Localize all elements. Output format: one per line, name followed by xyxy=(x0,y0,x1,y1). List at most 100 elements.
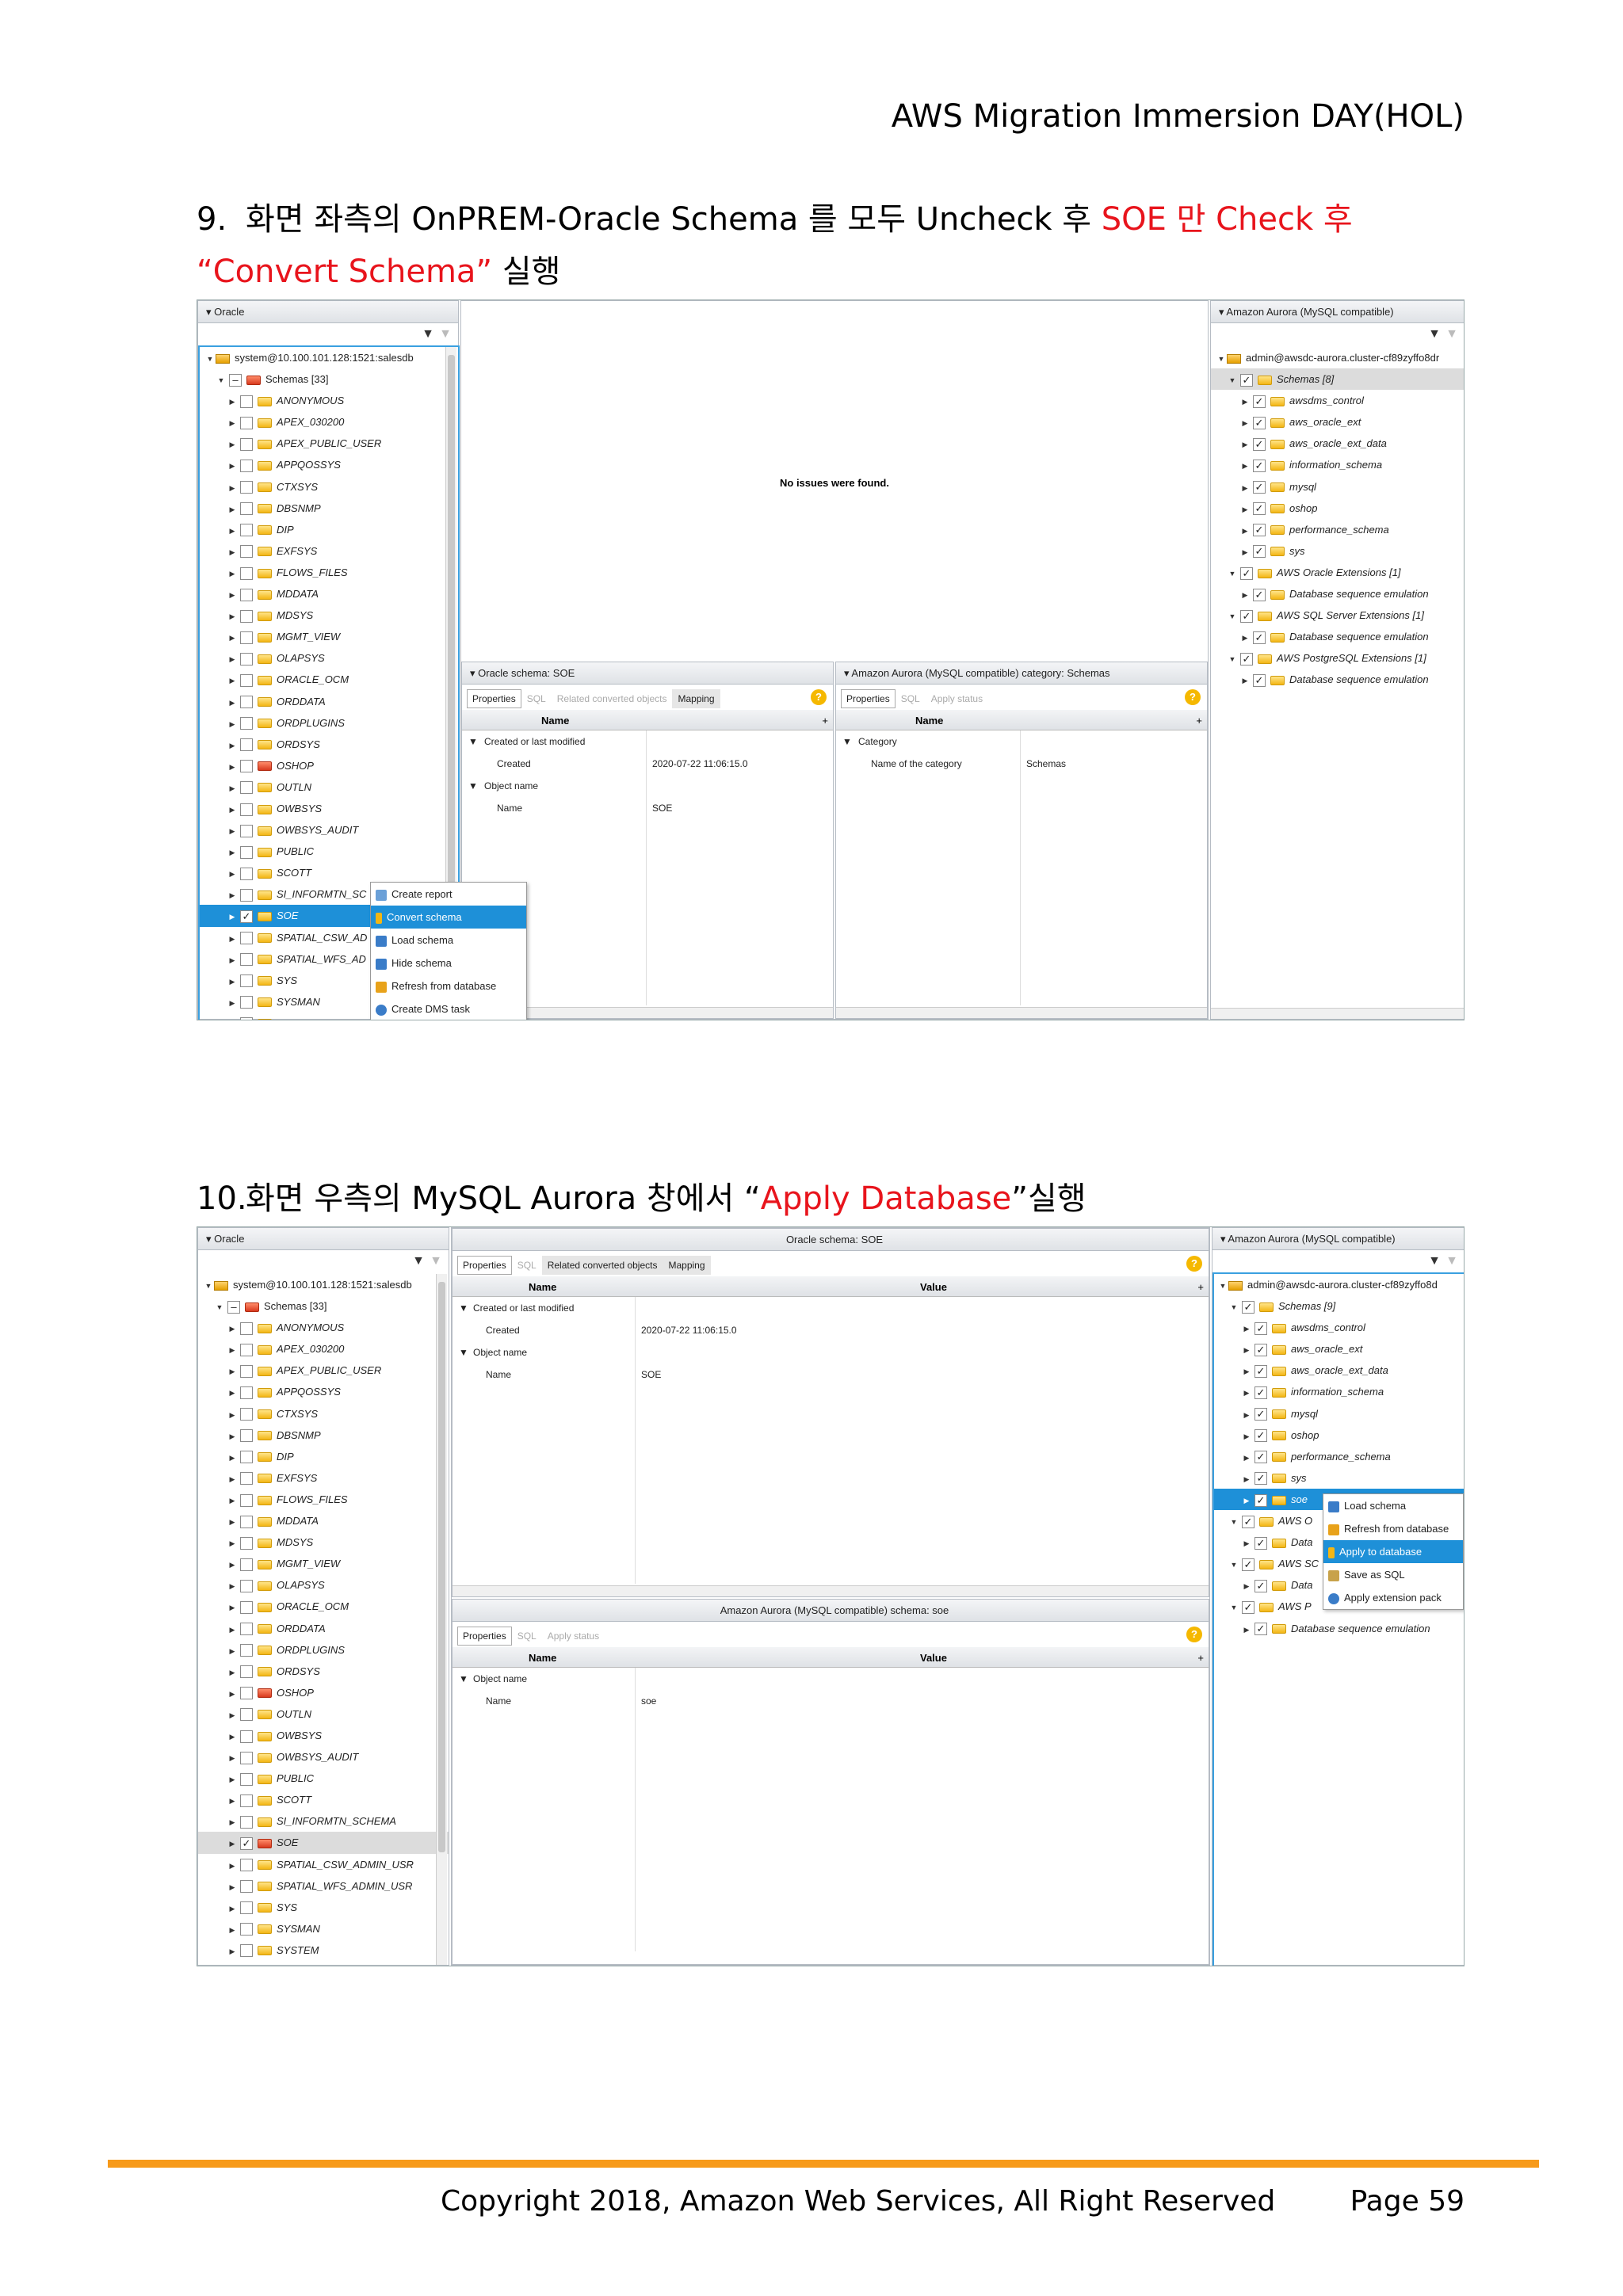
expand-arrow-icon[interactable]: ▶ xyxy=(1241,1447,1252,1469)
checkbox[interactable]: ✓ xyxy=(1242,1600,1254,1614)
expand-arrow-icon[interactable]: ▶ xyxy=(227,1447,238,1469)
checkbox[interactable]: ✓ xyxy=(1254,1322,1267,1335)
target-schema-item[interactable]: ▶ ✓ aws_oracle_ext_data xyxy=(1212,1360,1464,1381)
schema-item[interactable]: ▶ OSHOP xyxy=(198,755,458,776)
checkbox[interactable] xyxy=(240,652,253,666)
checkbox[interactable]: ✓ xyxy=(1253,481,1266,494)
checkbox[interactable]: ✓ xyxy=(1254,1364,1267,1378)
checkbox[interactable] xyxy=(240,867,253,880)
schema-item[interactable]: ▶ EXFSYS xyxy=(198,1467,449,1489)
expand-arrow-icon[interactable]: ▶ xyxy=(227,1641,238,1662)
extension-item[interactable]: ▶ ✓ Database sequence emulation xyxy=(1211,669,1464,692)
schema-item[interactable]: ▶ FLOWS_FILES xyxy=(198,562,458,583)
schema-item[interactable]: ▶ ORDPLUGINS xyxy=(198,1639,449,1661)
checkbox[interactable] xyxy=(240,1364,253,1378)
horizontal-scrollbar[interactable] xyxy=(453,1585,1209,1596)
schema-item[interactable]: ▶ APPQOSSYS xyxy=(198,454,458,475)
target-schema-item[interactable]: ▶ ✓ sys xyxy=(1212,1467,1464,1489)
clear-filter-icon[interactable]: ▼ xyxy=(430,1254,442,1268)
expand-arrow-icon[interactable]: ▶ xyxy=(227,1554,238,1576)
expand-arrow-icon[interactable]: ▶ xyxy=(227,971,238,993)
expand-arrow-icon[interactable]: ▶ xyxy=(227,670,238,692)
checkbox[interactable] xyxy=(240,1751,253,1764)
checkbox[interactable] xyxy=(240,1794,253,1807)
prop-group[interactable]: ▼ Category xyxy=(836,730,1207,753)
expand-arrow-icon[interactable]: ▶ xyxy=(227,864,238,885)
checkbox[interactable]: ✓ xyxy=(1253,460,1266,473)
schema-item[interactable]: ▶ ORACLE_OCM xyxy=(198,1596,449,1617)
tab-sql[interactable]: SQL xyxy=(512,1627,542,1646)
expand-arrow-icon[interactable]: ▶ xyxy=(227,563,238,585)
expand-arrow-icon[interactable]: ▶ xyxy=(227,1941,238,1962)
schema-item[interactable]: ▶ ANONYMOUS xyxy=(198,390,458,411)
tab-apply-status[interactable]: Apply status xyxy=(542,1627,605,1646)
checkbox[interactable] xyxy=(240,1017,253,1020)
expand-arrow-icon[interactable]: ▶ xyxy=(1241,1490,1252,1512)
menu-apply-to-database[interactable]: Apply to database xyxy=(1323,1540,1463,1563)
checkbox[interactable] xyxy=(240,1687,253,1700)
target-schema-item[interactable]: ▶ ✓ sys xyxy=(1211,540,1464,562)
expand-arrow-icon[interactable]: ▶ xyxy=(1239,627,1251,649)
checkbox[interactable]: ✓ xyxy=(240,910,253,923)
clear-filter-icon[interactable]: ▼ xyxy=(1445,327,1458,341)
tab-properties[interactable]: Properties xyxy=(841,689,896,708)
expand-arrow-icon[interactable]: ▶ xyxy=(227,391,238,413)
checkbox[interactable] xyxy=(240,1730,253,1743)
expand-arrow-icon[interactable]: ▶ xyxy=(227,1597,238,1619)
schema-item[interactable]: ▶ FLOWS_FILES xyxy=(198,1489,449,1510)
menu-convert-schema[interactable]: Convert schema xyxy=(371,906,526,929)
checkbox[interactable] xyxy=(240,932,253,945)
checkbox[interactable] xyxy=(240,1665,253,1679)
extension-item[interactable]: ▶ ✓ Database sequence emulation xyxy=(1212,1618,1464,1639)
checkbox[interactable]: ✓ xyxy=(1242,1558,1254,1571)
expand-arrow-icon[interactable]: ▶ xyxy=(227,714,238,735)
tree-connection[interactable]: ▼ admin@awsdc-aurora.cluster-cf89zyffo8d xyxy=(1212,1274,1464,1295)
schema-item[interactable]: ▶ ORDPLUGINS xyxy=(198,712,458,734)
schema-item[interactable]: ▶ SYS xyxy=(198,1897,449,1918)
prop-group[interactable]: ▼ Created or last modified xyxy=(453,1297,1209,1319)
expand-arrow-icon[interactable]: ▶ xyxy=(227,1469,238,1490)
checkbox[interactable] xyxy=(240,545,253,559)
aurora-category-header[interactable]: ▾ Amazon Aurora (MySQL compatible) categ… xyxy=(836,662,1207,685)
checkbox[interactable] xyxy=(240,566,253,580)
schema-item[interactable]: ▶ PUBLIC xyxy=(198,841,458,862)
schema-item[interactable]: ▶ OWBSYS xyxy=(198,1725,449,1746)
menu-create-dms-task[interactable]: Create DMS task xyxy=(371,997,526,1020)
expand-arrow-icon[interactable]: ▶ xyxy=(1239,391,1251,413)
expand-arrow-icon[interactable]: ▶ xyxy=(227,1791,238,1812)
expand-arrow-icon[interactable]: ▶ xyxy=(227,627,238,649)
checkbox[interactable] xyxy=(240,609,253,623)
checkbox[interactable]: ✓ xyxy=(1240,566,1253,580)
menu-save-as-sql[interactable]: Save as SQL xyxy=(1323,1563,1463,1586)
expand-arrow-icon[interactable]: ▶ xyxy=(1239,670,1251,692)
schema-item[interactable]: ▶ DIP xyxy=(198,1446,449,1467)
expand-arrow-icon[interactable]: ▶ xyxy=(227,1426,238,1447)
tab-sql[interactable]: SQL xyxy=(521,689,552,708)
target-schema-item[interactable]: ▶ ✓ mysql xyxy=(1211,476,1464,498)
schema-item[interactable]: ▶ SI_INFORMTN_SCHEMA xyxy=(198,1810,449,1832)
expand-arrow-icon[interactable]: ▶ xyxy=(227,1833,238,1855)
scroll-thumb[interactable] xyxy=(448,355,455,894)
tree-schemas-node[interactable]: ▼ ✓ Schemas [8] xyxy=(1211,368,1464,391)
vertical-scrollbar[interactable] xyxy=(436,1274,447,1965)
expand-arrow-icon[interactable]: ▶ xyxy=(1241,1405,1252,1426)
expand-arrow-icon[interactable]: ▶ xyxy=(1241,1576,1252,1597)
tree-connection[interactable]: ▼ system@10.100.101.128:1521:salesdb xyxy=(198,1274,449,1295)
expand-arrow-icon[interactable]: ▼ xyxy=(1227,649,1238,670)
expand-arrow-icon[interactable]: ▶ xyxy=(227,906,238,928)
help-icon[interactable]: ? xyxy=(1186,1256,1202,1272)
schema-item[interactable]: ▶ SYSMAN xyxy=(198,1918,449,1939)
extension-node[interactable]: ▼ ✓ AWS Oracle Extensions [1] xyxy=(1211,562,1464,583)
checkbox[interactable]: ✓ xyxy=(1254,1579,1267,1592)
menu-refresh[interactable]: Refresh from database xyxy=(1323,1517,1463,1540)
schema-item[interactable]: ▶ MDDATA xyxy=(198,583,458,605)
expand-arrow-icon[interactable]: ▼ xyxy=(1228,1512,1239,1533)
schema-item[interactable]: ▶ OSHOP xyxy=(198,1682,449,1703)
expand-arrow-icon[interactable]: ▼ xyxy=(1227,606,1238,627)
expand-arrow-icon[interactable]: ▶ xyxy=(227,1490,238,1512)
schema-item[interactable]: ▶ APEX_030200 xyxy=(198,1338,449,1360)
aurora-pane-header[interactable]: ▾ Amazon Aurora (MySQL compatible) xyxy=(1212,1228,1464,1250)
checkbox[interactable] xyxy=(240,481,253,494)
checkbox[interactable] xyxy=(240,502,253,516)
expand-arrow-icon[interactable]: ▶ xyxy=(227,950,238,971)
